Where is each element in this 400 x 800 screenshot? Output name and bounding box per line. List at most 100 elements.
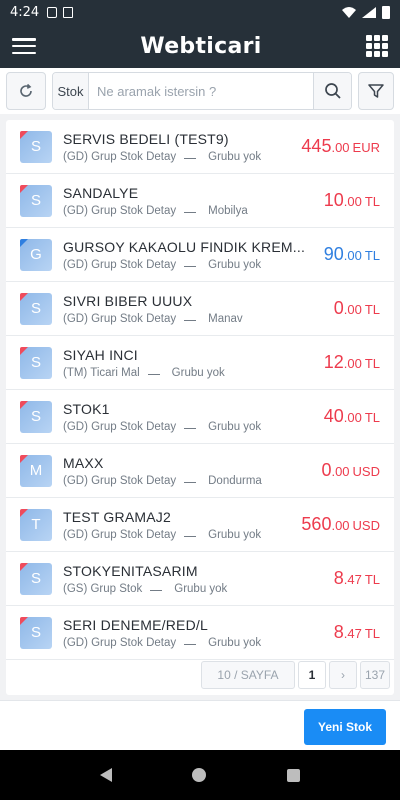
price-decimal: .00 <box>331 464 350 479</box>
list-item[interactable]: S SERI DENEME/RED/L (GD) Grup Stok Detay Gr… <box>6 606 394 660</box>
list-item[interactable]: S SERVIS BEDELI (TEST9) (GD) Grup Stok Det… <box>6 120 394 174</box>
item-initial: S <box>30 138 41 155</box>
list-item[interactable]: T TEST GRAMAJ2 (GD) Grup Stok Detay Grubu y… <box>6 498 394 552</box>
item-avatar: S <box>20 184 52 217</box>
item-avatar: S <box>20 616 52 649</box>
price-currency: TL <box>364 626 380 641</box>
item-group: Dondurma <box>208 474 262 487</box>
item-initial: M <box>29 462 43 479</box>
price-currency: EUR <box>352 140 380 155</box>
price-decimal: .00 <box>331 518 350 533</box>
price-decimal: .00 <box>343 194 362 209</box>
item-type: (GD) Grup Stok Detay <box>63 474 177 487</box>
status-corner-icon <box>20 400 28 409</box>
search-scope-label: Stok <box>53 73 89 109</box>
item-group: Mobilya <box>208 204 248 217</box>
item-type: (GD) Grup Stok Detay <box>63 312 177 325</box>
item-price: 0.00 TL <box>334 298 380 319</box>
new-stock-button[interactable]: Yeni Stok <box>304 709 386 745</box>
recents-icon[interactable] <box>286 768 300 782</box>
item-group: Grubu yok <box>171 366 225 379</box>
item-avatar: S <box>20 400 52 433</box>
refresh-icon <box>20 83 32 97</box>
page-last-button[interactable]: 137 <box>360 661 390 689</box>
price-decimal: .47 <box>343 572 362 587</box>
status-corner-icon <box>20 616 28 625</box>
apps-grid-icon[interactable] <box>366 35 388 57</box>
search-icon <box>324 83 341 99</box>
item-price: 90.00 TL <box>324 244 380 265</box>
price-currency: TL <box>364 194 380 209</box>
item-price: 40.00 TL <box>324 406 380 427</box>
filter-button[interactable] <box>358 72 394 110</box>
stock-list: S SERVIS BEDELI (TEST9) (GD) Grup Stok Det… <box>6 120 394 695</box>
price-integer: 560 <box>301 514 332 534</box>
item-type: (GS) Grup Stok <box>63 582 143 595</box>
list-item[interactable]: S SIYAH INCI (TM) Ticari Mal Grubu yok 12.00… <box>6 336 394 390</box>
page-size-select[interactable]: 10 / SAYFA <box>201 661 295 689</box>
item-price: 12.00 TL <box>324 352 380 373</box>
status-bar: 4:24 <box>0 0 400 24</box>
wifi-icon <box>342 6 356 18</box>
item-group: Manav <box>208 312 243 325</box>
search-button[interactable] <box>313 73 351 109</box>
home-icon[interactable] <box>192 768 207 782</box>
list-item[interactable]: G GURSOY KAKAOLU FINDIK KREM... (GD) Grup … <box>6 228 394 282</box>
signal-icon <box>362 6 376 18</box>
list-item[interactable]: S SIVRI BIBER UUUX (GD) Grup Stok Detay Man… <box>6 282 394 336</box>
item-name: SIYAH INCI <box>63 346 138 363</box>
refresh-button[interactable] <box>6 72 46 110</box>
list-item[interactable]: S STOK1 (GD) Grup Stok Detay Grubu yok 40.00… <box>6 390 394 444</box>
app-logo: Webticari <box>140 33 262 59</box>
item-initial: S <box>30 624 41 641</box>
price-integer: 12 <box>323 352 344 372</box>
item-name: SERI DENEME/RED/L <box>63 616 208 633</box>
item-avatar: S <box>20 130 52 163</box>
bottom-action-bar: Yeni Stok <box>0 700 400 750</box>
item-price: 0.00 USD <box>321 460 380 481</box>
price-currency: TL <box>364 356 380 371</box>
price-currency: USD <box>352 464 380 479</box>
item-name: MAXX <box>63 454 104 471</box>
item-name: GURSOY KAKAOLU FINDIK KREM... <box>63 238 306 255</box>
list-item[interactable]: M MAXX (GD) Grup Stok Detay Dondurma 0.00 USD <box>6 444 394 498</box>
item-type: (GD) Grup Stok Detay <box>63 636 177 649</box>
item-group: Grubu yok <box>174 582 228 595</box>
filter-icon <box>368 84 384 98</box>
item-name: SERVIS BEDELI (TEST9) <box>63 130 229 147</box>
item-group: Grubu yok <box>208 528 262 541</box>
page-next-button[interactable]: › <box>329 661 357 689</box>
item-initial: G <box>30 246 42 263</box>
item-type: (GD) Grup Stok Detay <box>63 258 177 271</box>
price-integer: 0 <box>333 298 344 318</box>
item-group: Grubu yok <box>208 420 262 433</box>
price-integer: 0 <box>321 460 332 480</box>
item-initial: T <box>31 516 41 533</box>
price-integer: 8 <box>333 568 344 588</box>
item-price: 8.47 TL <box>334 622 380 643</box>
item-price: 8.47 TL <box>334 568 380 589</box>
status-time: 4:24 <box>10 4 40 20</box>
list-item[interactable]: S STOKYENITASARIM (GS) Grup Stok Grubu yok 8… <box>6 552 394 606</box>
price-integer: 10 <box>323 190 344 210</box>
back-icon[interactable] <box>100 768 113 782</box>
price-decimal: .00 <box>343 356 362 371</box>
status-corner-icon <box>20 346 28 355</box>
list-item[interactable]: S SANDALYE (GD) Grup Stok Detay Mobilya 10.0… <box>6 174 394 228</box>
item-price: 445.00 EUR <box>301 136 380 157</box>
item-avatar: G <box>20 238 52 271</box>
page-current-button[interactable]: 1 <box>298 661 326 689</box>
item-name: SANDALYE <box>63 184 139 201</box>
item-group: Grubu yok <box>208 150 262 163</box>
system-nav-bar <box>0 750 400 800</box>
search-input[interactable] <box>89 73 313 109</box>
shield-icon <box>47 6 58 18</box>
menu-icon[interactable] <box>12 38 36 54</box>
item-type: (GD) Grup Stok Detay <box>63 528 177 541</box>
item-price: 560.00 USD <box>301 514 380 535</box>
item-initial: S <box>30 408 41 425</box>
search-group: Stok <box>52 72 352 110</box>
status-corner-icon <box>20 508 28 517</box>
item-price: 10.00 TL <box>324 190 380 211</box>
status-corner-icon <box>20 454 28 463</box>
